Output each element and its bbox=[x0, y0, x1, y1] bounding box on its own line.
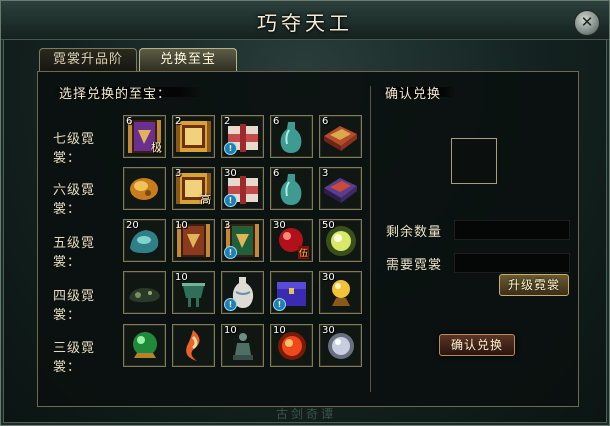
footer-watermark: 古剑奇谭 bbox=[275, 407, 336, 421]
row-label-tier4: 四级霓裳： bbox=[53, 289, 96, 323]
item-slot[interactable]: 6 bbox=[319, 115, 362, 158]
item-slot[interactable] bbox=[123, 324, 166, 367]
dark-ore-icon bbox=[129, 288, 160, 303]
item-slot[interactable]: ! bbox=[221, 271, 264, 314]
item-slot[interactable]: 3 bbox=[319, 167, 362, 210]
item-slot[interactable]: 30 bbox=[319, 271, 362, 314]
required-label: 需要霓裳 bbox=[386, 258, 443, 273]
panel-divider bbox=[370, 86, 371, 392]
info-icon: ! bbox=[224, 246, 237, 259]
window-title: 巧夺天工 bbox=[257, 11, 353, 35]
item-slot[interactable]: 20 bbox=[123, 219, 166, 262]
info-icon: ! bbox=[273, 298, 286, 311]
remaining-label: 剩余数量 bbox=[386, 225, 443, 240]
title-bar[interactable]: 巧夺天工 ✕ bbox=[1, 1, 609, 40]
item-slot[interactable]: 30 ! bbox=[221, 167, 264, 210]
item-slot[interactable]: 6 bbox=[270, 167, 313, 210]
confirm-exchange-title: 确认兑换 bbox=[385, 87, 442, 102]
tab-exchange-treasure[interactable]: 兑换至宝 bbox=[139, 48, 237, 71]
item-slot[interactable] bbox=[172, 324, 215, 367]
item-slot[interactable]: 10 bbox=[172, 219, 215, 262]
tab-upgrade-costume[interactable]: 霓裳升品阶 bbox=[39, 48, 137, 71]
exchange-window: 巧夺天工 ✕ 霓裳升品阶 兑换至宝 选择兑换的至宝： 确认兑换 七级霓裳： 六级… bbox=[0, 0, 610, 426]
row-label-tier5: 五级霓裳： bbox=[53, 236, 96, 270]
required-field bbox=[454, 253, 570, 273]
amber-stone-icon bbox=[130, 178, 158, 200]
upgrade-costume-button[interactable]: 升级霓裳 bbox=[499, 274, 569, 296]
item-slot[interactable]: 30 bbox=[319, 324, 362, 367]
item-slot[interactable]: 6 极 bbox=[123, 115, 166, 158]
info-icon: ! bbox=[224, 298, 237, 311]
item-slot[interactable]: 10 bbox=[221, 324, 264, 367]
item-slot[interactable]: 2 ! bbox=[221, 115, 264, 158]
info-icon: ! bbox=[224, 142, 237, 155]
item-slot[interactable]: 3 ! bbox=[221, 219, 264, 262]
item-slot[interactable] bbox=[123, 167, 166, 210]
select-treasure-title: 选择兑换的至宝： bbox=[59, 87, 172, 102]
exchange-target-slot[interactable] bbox=[451, 138, 497, 184]
item-slot[interactable]: 2 bbox=[172, 115, 215, 158]
item-slot[interactable]: 50 bbox=[319, 219, 362, 262]
close-button[interactable]: ✕ bbox=[574, 10, 600, 36]
item-slot[interactable]: ! bbox=[270, 271, 313, 314]
info-icon: ! bbox=[224, 194, 237, 207]
item-slot[interactable]: 6 bbox=[270, 115, 313, 158]
item-slot[interactable] bbox=[123, 271, 166, 314]
item-slot[interactable]: 30 伍 bbox=[270, 219, 313, 262]
item-slot[interactable]: 10 bbox=[172, 271, 215, 314]
row-label-tier7: 七级霓裳： bbox=[53, 132, 96, 166]
flame-swirl-icon bbox=[186, 330, 200, 361]
green-orb-icon bbox=[133, 332, 157, 358]
row-label-tier3: 三级霓裳： bbox=[53, 341, 96, 375]
item-slot[interactable]: 3 高 bbox=[172, 167, 215, 210]
item-slot[interactable]: 10 bbox=[270, 324, 313, 367]
remaining-field bbox=[454, 220, 570, 240]
row-label-tier6: 六级霓裳： bbox=[53, 183, 96, 217]
confirm-exchange-button[interactable]: 确认兑换 bbox=[439, 334, 515, 356]
